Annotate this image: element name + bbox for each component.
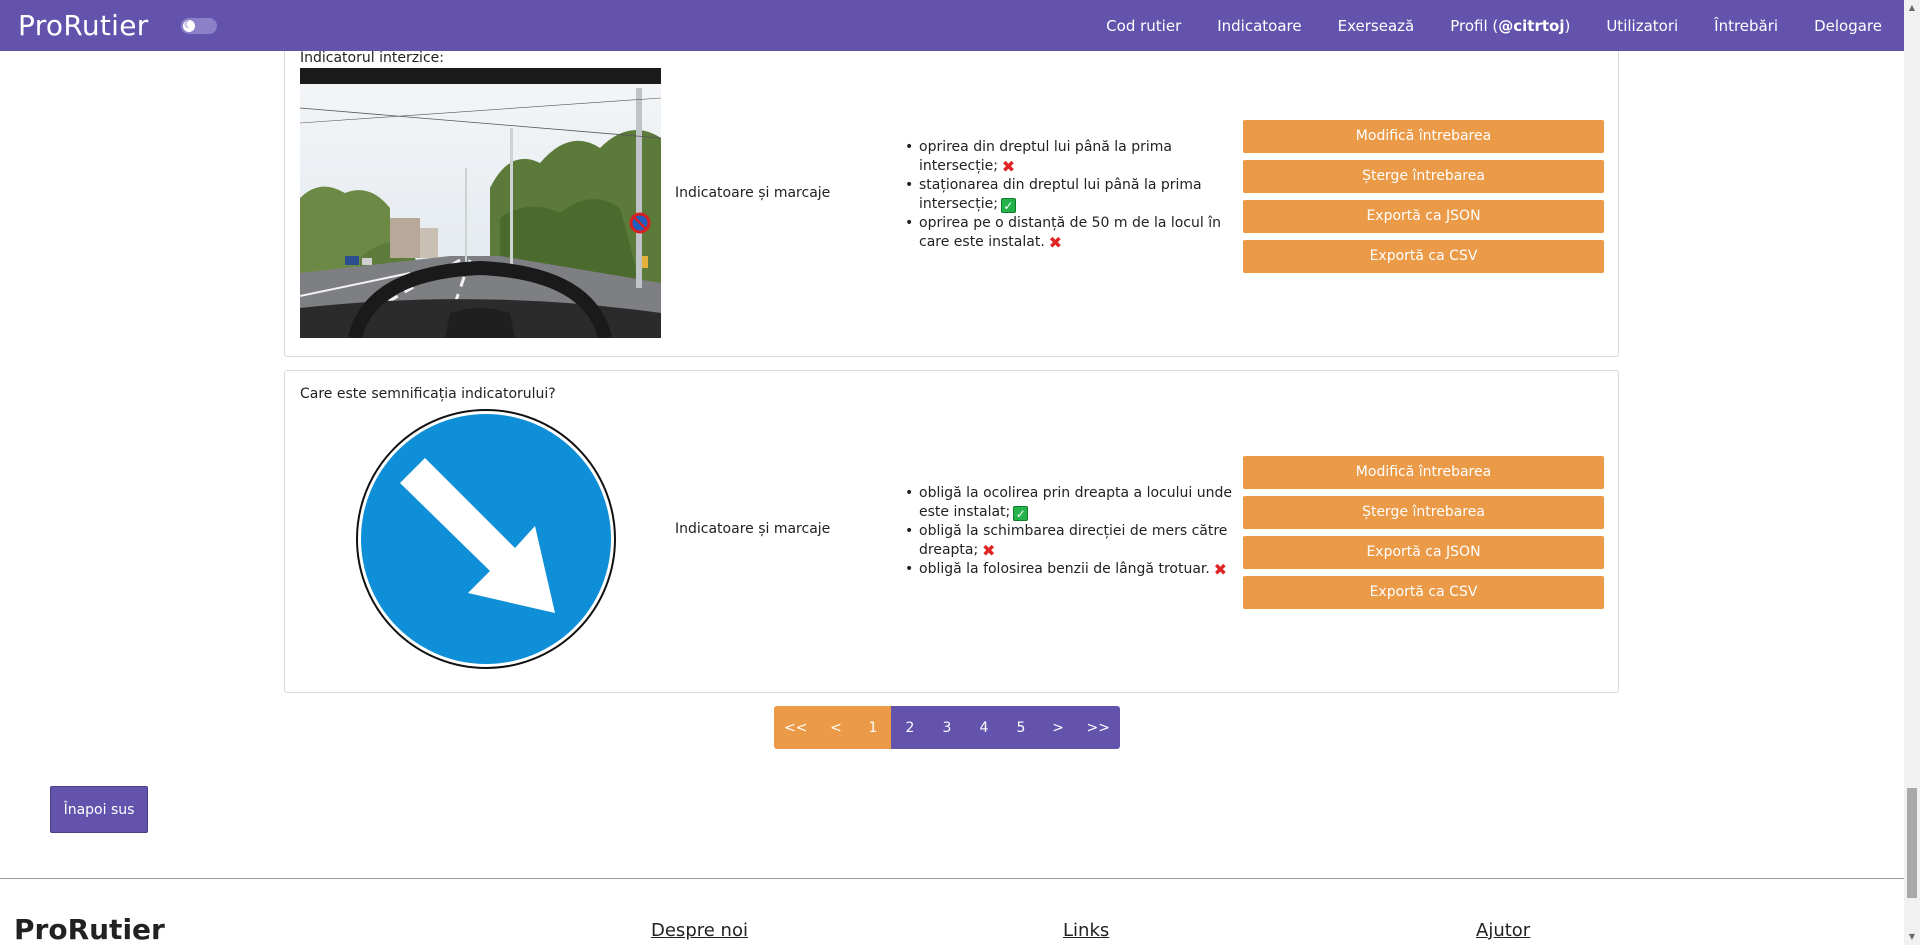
answer-list: oprirea din dreptul lui până la prima in… [905, 138, 1245, 252]
delete-question-button[interactable]: Șterge întrebarea [1243, 496, 1604, 529]
edit-question-button[interactable]: Modifică întrebarea [1243, 456, 1604, 489]
export-csv-button[interactable]: Exportă ca CSV [1243, 576, 1604, 609]
answer-item: oprirea din dreptul lui până la prima in… [905, 138, 1245, 176]
profil-prefix: Profil ( [1450, 16, 1499, 35]
footer-link-ajutor[interactable]: Ajutor [1476, 920, 1530, 941]
page-scrollbar[interactable]: ▲ ▼ [1904, 0, 1920, 945]
footer-divider [0, 878, 1904, 879]
question-card: Care este semnificația indicatorului? In… [284, 370, 1619, 693]
correct-check-icon: ✓ [1000, 198, 1016, 213]
export-csv-button[interactable]: Exportă ca CSV [1243, 240, 1604, 273]
delete-question-button[interactable]: Șterge întrebarea [1243, 160, 1604, 193]
nav-delogare[interactable]: Delogare [1814, 17, 1882, 35]
export-json-button[interactable]: Exportă ca JSON [1243, 200, 1604, 233]
question-card: Indicatorul interzice: Indicatoare și ma… [284, 40, 1619, 357]
scroll-up-arrow-icon[interactable]: ▲ [1904, 0, 1920, 16]
page-5-button[interactable]: 5 [1002, 706, 1040, 749]
street-photo-icon [300, 68, 661, 338]
footer-link-despre-noi[interactable]: Despre noi [651, 920, 748, 941]
question-actions: Modifică întrebarea Șterge întrebarea Ex… [1243, 456, 1604, 616]
question-image [300, 68, 661, 338]
answer-item: oprirea pe o distanță de 50 m de la locu… [905, 214, 1245, 252]
answer-list: obligă la ocolirea prin dreapta a loculu… [905, 484, 1245, 579]
footer-link-links[interactable]: Links [1063, 920, 1109, 941]
profil-suffix: ) [1564, 16, 1571, 35]
question-category: Indicatoare și marcaje [675, 185, 831, 201]
nav-exerseaza[interactable]: Exersează [1338, 17, 1415, 35]
moon-icon: ☾ [183, 19, 193, 31]
nav-utilizatori[interactable]: Utilizatori [1606, 17, 1678, 35]
nav-cod-rutier[interactable]: Cod rutier [1106, 17, 1181, 35]
answer-text: obligă la schimbarea direcției de mers c… [919, 523, 1228, 558]
answer-text: obligă la folosirea benzii de lângă trot… [919, 561, 1210, 577]
question-image [355, 408, 617, 674]
pagination: << < 1 2 3 4 5 > >> [774, 706, 1120, 749]
page-1-button[interactable]: 1 [854, 706, 892, 749]
question-category: Indicatoare și marcaje [675, 521, 831, 537]
wrong-mark-icon: ✖ [1001, 157, 1016, 176]
wrong-mark-icon: ✖ [1048, 233, 1062, 252]
question-title: Indicatorul interzice: [300, 50, 444, 66]
nav-links: Cod rutier Indicatoare Exersează Profil … [1070, 17, 1904, 35]
question-actions: Modifică întrebarea Șterge întrebarea Ex… [1243, 120, 1604, 280]
page-first-button[interactable]: << [774, 706, 818, 749]
question-title: Care este semnificația indicatorului? [300, 386, 556, 402]
nav-indicatoare[interactable]: Indicatoare [1217, 17, 1301, 35]
brand-logo[interactable]: ProRutier [18, 9, 149, 42]
edit-question-button[interactable]: Modifică întrebarea [1243, 120, 1604, 153]
top-navbar: ProRutier ☾ Cod rutier Indicatoare Exers… [0, 0, 1904, 51]
scrollbar-thumb[interactable] [1907, 788, 1917, 898]
page-prev-button[interactable]: < [817, 706, 855, 749]
nav-profil[interactable]: Profil (@citrtoj) [1450, 17, 1570, 35]
page: ProRutier ☾ Cod rutier Indicatoare Exers… [0, 0, 1920, 945]
answer-item: staționarea din dreptul lui până la prim… [905, 176, 1245, 214]
export-json-button[interactable]: Exportă ca JSON [1243, 536, 1604, 569]
profil-username: @citrtoj [1498, 16, 1565, 35]
footer-brand: ProRutier [14, 913, 165, 945]
keep-right-sign-icon [356, 409, 616, 669]
page-next-button[interactable]: > [1039, 706, 1077, 749]
page-3-button[interactable]: 3 [928, 706, 966, 749]
page-4-button[interactable]: 4 [965, 706, 1003, 749]
wrong-mark-icon: ✖ [982, 541, 996, 560]
answer-item: obligă la schimbarea direcției de mers c… [905, 522, 1245, 560]
answer-item: obligă la folosirea benzii de lângă trot… [905, 560, 1245, 579]
correct-check-icon: ✓ [1013, 506, 1029, 521]
theme-toggle[interactable]: ☾ [180, 17, 217, 34]
page-last-button[interactable]: >> [1076, 706, 1120, 749]
nav-intrebari[interactable]: Întrebări [1714, 17, 1778, 35]
back-to-top-button[interactable]: Înapoi sus [50, 786, 148, 833]
answer-item: obligă la ocolirea prin dreapta a loculu… [905, 484, 1245, 522]
answer-text: obligă la ocolirea prin dreapta a loculu… [919, 485, 1232, 520]
answer-text: oprirea pe o distanță de 50 m de la locu… [919, 215, 1221, 250]
answer-text: staționarea din dreptul lui până la prim… [919, 177, 1202, 212]
wrong-mark-icon: ✖ [1213, 560, 1228, 579]
scroll-down-arrow-icon[interactable]: ▼ [1904, 929, 1920, 945]
answer-text: oprirea din dreptul lui până la prima in… [919, 139, 1172, 174]
page-2-button[interactable]: 2 [891, 706, 929, 749]
